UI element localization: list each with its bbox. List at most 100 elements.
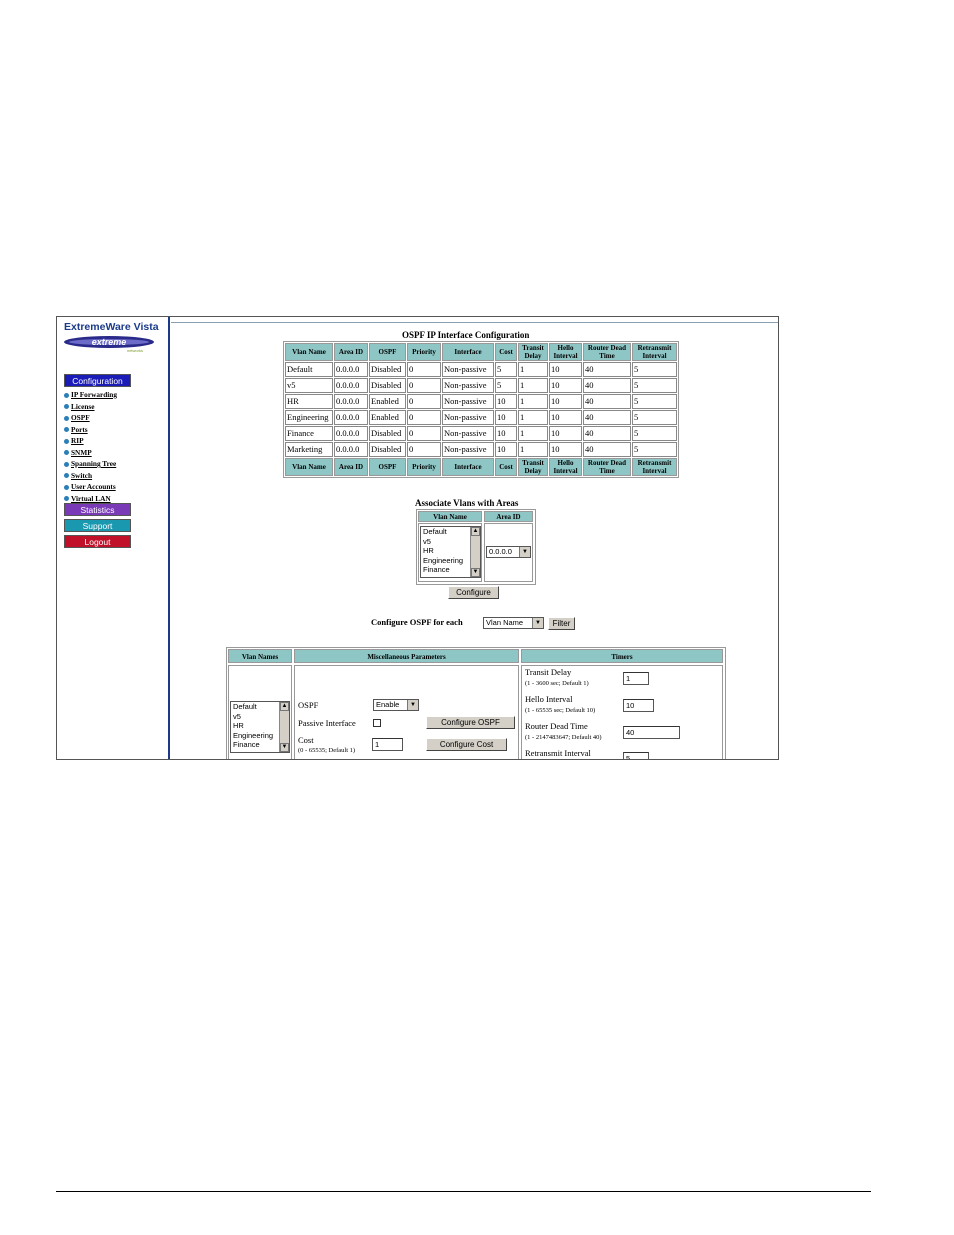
scroll-up-icon[interactable]: ▲ xyxy=(280,702,289,711)
cell: Disabled xyxy=(369,378,406,393)
ospf-enable-select[interactable]: Enable ▼ xyxy=(373,699,419,711)
cell: Marketing xyxy=(285,442,333,457)
router-dead-time-hint: (1 - 2147483647; Default 40) xyxy=(525,734,602,741)
col-area-id-footer: Area ID xyxy=(334,458,368,476)
retransmit-interval-input[interactable]: 5 xyxy=(623,752,649,759)
bullet-icon xyxy=(64,473,69,479)
cell: 1 xyxy=(518,362,548,377)
nav-item-spanning-tree[interactable]: Spanning Tree xyxy=(64,458,117,470)
cell: 5 xyxy=(632,362,677,377)
passive-interface-checkbox[interactable] xyxy=(373,719,381,727)
col-retransmit-interval: Retransmit Interval xyxy=(632,343,677,361)
filter-select[interactable]: Vlan Name ▼ xyxy=(483,617,544,629)
transit-delay-hint: (1 - 3600 sec; Default 1) xyxy=(525,680,589,687)
cell: 0.0.0.0 xyxy=(334,426,368,441)
bullet-icon xyxy=(64,415,69,421)
cell: 1 xyxy=(518,410,548,425)
cell: 5 xyxy=(632,378,677,393)
cell: 40 xyxy=(583,362,631,377)
col-interface: Interface xyxy=(442,343,494,361)
table-row: Default 0.0.0.0 Disabled 0 Non-passive 5 1 10 40… xyxy=(285,362,677,377)
cell: 1 xyxy=(518,426,548,441)
col-vlan-name: Vlan Name xyxy=(285,343,333,361)
col-cost-footer: Cost xyxy=(495,458,517,476)
bullet-icon xyxy=(64,427,69,433)
ospf-table-title: OSPF IP Interface Configuration xyxy=(402,330,530,340)
ospf-config-panel: Vlan Names Miscellaneous Parameters Time… xyxy=(226,647,726,759)
extreme-logo: extreme networks xyxy=(64,336,154,353)
scroll-up-icon[interactable]: ▲ xyxy=(471,527,480,536)
cost-input[interactable]: 1 xyxy=(372,738,403,751)
table-footer-row: Vlan Name Area ID OSPF Priority Interfac… xyxy=(285,458,677,476)
router-dead-time-input[interactable]: 40 xyxy=(623,726,680,739)
associate-col-vlan: Vlan Name xyxy=(418,511,482,522)
cell: 0 xyxy=(407,394,441,409)
nav-item-switch[interactable]: Switch xyxy=(64,470,117,482)
cell: 10 xyxy=(549,442,582,457)
configure-ospf-button[interactable]: Configure OSPF xyxy=(426,716,515,729)
brand-title: ExtremeWare Vista xyxy=(64,321,159,333)
configure-cost-button[interactable]: Configure Cost xyxy=(426,738,507,751)
chevron-down-icon[interactable]: ▼ xyxy=(532,618,543,628)
cell: 5 xyxy=(632,410,677,425)
cell: Non-passive xyxy=(442,394,494,409)
associate-vlan-listbox[interactable]: Default v5 HR Engineering Finance ▲ ▼ xyxy=(420,526,481,578)
nav-item-ports[interactable]: Ports xyxy=(64,424,117,436)
scroll-down-icon[interactable]: ▼ xyxy=(280,743,289,752)
nav-support-button[interactable]: Support xyxy=(64,519,131,532)
chevron-down-icon[interactable]: ▼ xyxy=(407,700,418,710)
nav-item-rip[interactable]: RIP xyxy=(64,435,117,447)
nav-logout-button[interactable]: Logout xyxy=(64,535,131,548)
nav-list: IP Forwarding License OSPF Ports RIP SNM… xyxy=(64,389,117,504)
cell: Non-passive xyxy=(442,410,494,425)
transit-delay-input[interactable]: 1 xyxy=(623,672,649,685)
nav-item-snmp[interactable]: SNMP xyxy=(64,447,117,459)
cell: 0.0.0.0 xyxy=(334,442,368,457)
configure-button[interactable]: Configure xyxy=(448,586,499,599)
col-ospf-footer: OSPF xyxy=(369,458,406,476)
cell: 0.0.0.0 xyxy=(334,378,368,393)
nav-item-license[interactable]: License xyxy=(64,401,117,413)
cell: 40 xyxy=(583,378,631,393)
col-vlan-names: Vlan Names xyxy=(228,649,292,663)
cell: Engineering xyxy=(285,410,333,425)
scrollbar[interactable]: ▲ ▼ xyxy=(279,702,289,752)
table-header-row: Vlan Name Area ID OSPF Priority Interfac… xyxy=(285,343,677,361)
cell: 5 xyxy=(632,394,677,409)
cell: Enabled xyxy=(369,394,406,409)
nav-item-user-accounts[interactable]: User Accounts xyxy=(64,481,117,493)
associate-col-area: Area ID xyxy=(484,511,533,522)
vlan-names-listbox[interactable]: Default v5 HR Engineering Finance ▲ ▼ xyxy=(230,701,290,753)
cell: 10 xyxy=(549,426,582,441)
col-interface-footer: Interface xyxy=(442,458,494,476)
nav-configuration-button[interactable]: Configuration xyxy=(64,374,131,387)
bullet-icon xyxy=(64,496,69,502)
associate-title: Associate Vlans with Areas xyxy=(415,498,519,508)
ospf-label: OSPF xyxy=(298,700,319,710)
cell: Disabled xyxy=(369,362,406,377)
col-transit-delay-footer: Transit Delay xyxy=(518,458,548,476)
hello-interval-input[interactable]: 10 xyxy=(623,699,654,712)
area-id-select[interactable]: 0.0.0.0 ▼ xyxy=(486,546,531,558)
nav-item-ip-forwarding[interactable]: IP Forwarding xyxy=(64,389,117,401)
scrollbar[interactable]: ▲ ▼ xyxy=(470,527,480,577)
cell: 0 xyxy=(407,378,441,393)
col-ospf: OSPF xyxy=(369,343,406,361)
cell: Default xyxy=(285,362,333,377)
cell: 10 xyxy=(549,362,582,377)
chevron-down-icon[interactable]: ▼ xyxy=(519,547,530,557)
cell: 0.0.0.0 xyxy=(334,410,368,425)
filter-select-value: Vlan Name xyxy=(486,618,524,627)
cell: 40 xyxy=(583,410,631,425)
col-area-id: Area ID xyxy=(334,343,368,361)
cell: 0 xyxy=(407,426,441,441)
nav-statistics-button[interactable]: Statistics xyxy=(64,503,131,516)
cell: 1 xyxy=(518,442,548,457)
retransmit-interval-label: Retransmit Interval xyxy=(525,748,591,758)
bullet-icon xyxy=(64,392,69,398)
scroll-down-icon[interactable]: ▼ xyxy=(471,568,480,577)
nav-item-ospf[interactable]: OSPF xyxy=(64,412,117,424)
filter-button[interactable]: Filter xyxy=(548,617,575,630)
cell: 10 xyxy=(495,426,517,441)
svg-text:networks: networks xyxy=(127,348,143,353)
